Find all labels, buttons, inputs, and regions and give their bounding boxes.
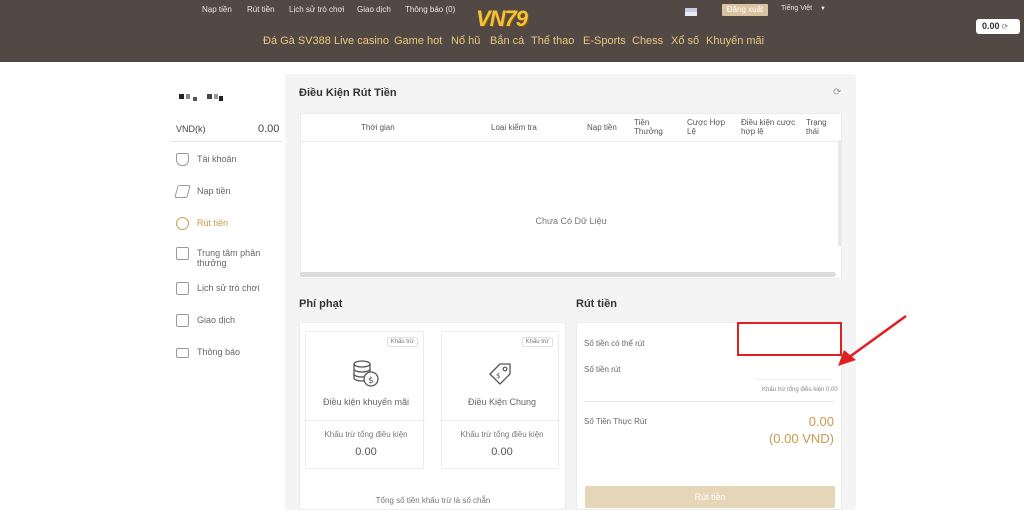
history-icon bbox=[176, 282, 189, 295]
deduct-note: Khấu trừ tổng điều kiện 0.00 bbox=[762, 387, 838, 393]
nav-game-hot[interactable]: Game hot bbox=[394, 35, 442, 47]
card-subtitle: Khấu trừ tổng điều kiện bbox=[460, 430, 544, 439]
card-title: Điều Kiện Chung bbox=[467, 397, 537, 407]
sidebar-item-notifications[interactable]: Thông báo bbox=[176, 345, 286, 361]
nav-esports[interactable]: E-Sports bbox=[583, 35, 626, 47]
card-subtitle: Khấu trừ tổng điều kiện bbox=[324, 430, 408, 439]
empty-state: Chưa Có Dữ Liệu bbox=[535, 216, 607, 226]
actual-withdraw-value: 0.00 bbox=[808, 414, 834, 429]
nav-cockfight[interactable]: Đá Gà SV388 bbox=[263, 35, 331, 47]
withdraw-title: Rút tiền bbox=[576, 298, 617, 310]
sidebar-item-account[interactable]: Tài khoản bbox=[176, 152, 286, 168]
deduct-tag: Khấu trừ bbox=[521, 337, 553, 347]
logout-button[interactable]: Đăng xuất bbox=[722, 4, 768, 16]
conditions-title: Điều Kiện Rút Tiền bbox=[299, 87, 397, 99]
column-header: Tiền Thưởng bbox=[634, 118, 663, 136]
column-header: Cược Hợp Lệ bbox=[687, 118, 726, 136]
nav-live-casino[interactable]: Live casino bbox=[334, 35, 389, 47]
sidebar-item-withdraw[interactable]: Rút tiền bbox=[176, 216, 286, 232]
sidebar-item-deposit[interactable]: Nạp tiền bbox=[174, 184, 286, 200]
column-header: Trạng thái bbox=[806, 118, 827, 136]
svg-text:$: $ bbox=[368, 376, 374, 386]
sidebar-item-label: Tài khoản bbox=[197, 154, 237, 164]
sidebar-item-rewards[interactable]: Trung tâm phần thưởng bbox=[176, 246, 286, 268]
sidebar-item-label: Trung tâm phần thưởng bbox=[197, 248, 261, 268]
divider bbox=[301, 141, 841, 142]
divider bbox=[584, 401, 834, 402]
svg-text:$: $ bbox=[496, 372, 500, 380]
header: Nạp tiền Rút tiền Lịch sử trò chơi Giao … bbox=[0, 0, 1024, 62]
divider bbox=[442, 420, 560, 421]
send-icon bbox=[174, 185, 191, 198]
user-shield-icon bbox=[176, 153, 189, 166]
column-header: Thời gian bbox=[361, 123, 395, 132]
top-link-transactions[interactable]: Giao dịch bbox=[357, 5, 391, 14]
top-link-notifications[interactable]: Thông báo (0) bbox=[405, 5, 455, 14]
vertical-scrollbar[interactable] bbox=[838, 140, 841, 246]
mail-icon bbox=[176, 348, 189, 358]
logo[interactable]: VN79 bbox=[476, 7, 548, 31]
actual-withdraw-vnd: (0.00 VND) bbox=[768, 431, 834, 446]
card-value: 0.00 bbox=[491, 446, 513, 458]
withdraw-amount-label: Số tiền rút bbox=[584, 365, 621, 374]
actual-withdraw-label: Số Tiền Thực Rút bbox=[584, 417, 647, 426]
coins-icon bbox=[176, 217, 189, 230]
sidebar-item-label: Giao dịch bbox=[197, 315, 236, 325]
price-tag-icon: $ bbox=[489, 363, 511, 385]
horizontal-scrollbar[interactable] bbox=[300, 272, 836, 277]
sidebar-currency: VND(k) bbox=[176, 124, 206, 134]
coins-icon: $ bbox=[353, 360, 379, 387]
divider bbox=[170, 141, 283, 142]
penalty-title: Phí phạt bbox=[299, 298, 343, 310]
column-header: Nạp tiền bbox=[587, 123, 617, 132]
refresh-icon[interactable]: ⟳ bbox=[833, 87, 841, 98]
available-amount-label: Số tiền có thể rút bbox=[584, 339, 645, 348]
chevron-down-icon[interactable]: ▼ bbox=[820, 6, 826, 12]
top-link-game-history[interactable]: Lịch sử trò chơi bbox=[289, 5, 345, 14]
sidebar-item-transactions[interactable]: Giao dịch bbox=[176, 313, 286, 329]
nav-sports[interactable]: Thể thao bbox=[531, 35, 574, 47]
annotation-arrow-icon bbox=[838, 314, 907, 366]
column-header: Điều kiện cược hợp lệ bbox=[741, 118, 796, 136]
language-select[interactable]: Tiếng Việt bbox=[781, 5, 812, 12]
promo-condition-card: Khấu trừ $ Điều kiện khuyến mãi Khấu trừ… bbox=[305, 331, 425, 469]
sidebar-item-game-history[interactable]: Lịch sử trò chơi bbox=[176, 281, 286, 297]
header-balance-value: 0.00 bbox=[982, 21, 1000, 31]
deduct-tag: Khấu trừ bbox=[386, 337, 418, 347]
gift-icon bbox=[176, 247, 189, 260]
withdraw-amount-input[interactable] bbox=[755, 362, 833, 380]
bank-icon bbox=[176, 314, 189, 327]
penalty-footnote: Tổng số tiền khấu trừ là số chẵn bbox=[375, 496, 491, 505]
column-header: Loại kiểm tra bbox=[491, 123, 537, 132]
nav-fishing[interactable]: Bắn cá bbox=[490, 35, 524, 47]
sidebar-item-label: Rút tiền bbox=[197, 218, 229, 228]
sidebar-item-label: Thông báo bbox=[197, 347, 241, 357]
card-title: Điều kiện khuyến mãi bbox=[322, 397, 410, 407]
user-avatar bbox=[179, 94, 225, 103]
divider bbox=[306, 420, 425, 421]
refresh-icon[interactable]: ⟳ bbox=[1002, 22, 1009, 31]
general-condition-card: Khấu trừ $ Điều Kiện Chung Khấu trừ tổng… bbox=[441, 331, 560, 469]
sidebar-item-label: Nạp tiền bbox=[197, 186, 231, 196]
flag-icon[interactable] bbox=[685, 8, 697, 16]
card-value: 0.00 bbox=[355, 446, 377, 458]
nav-slots[interactable]: Nổ hũ bbox=[451, 35, 480, 47]
top-link-deposit[interactable]: Nạp tiền bbox=[202, 5, 232, 14]
top-link-withdraw[interactable]: Rút tiền bbox=[247, 5, 275, 14]
nav-lottery[interactable]: Xổ số bbox=[671, 35, 699, 47]
sidebar-item-label: Lịch sử trò chơi bbox=[197, 283, 260, 293]
header-balance: 0.00 ⟳ bbox=[976, 19, 1020, 34]
conditions-table: Thời gian Loại kiểm tra Nạp tiền Tiền Th… bbox=[300, 113, 842, 279]
nav-chess[interactable]: Chess bbox=[632, 35, 663, 47]
nav-promotions[interactable]: Khuyến mãi bbox=[706, 35, 764, 47]
annotation-box bbox=[737, 322, 842, 356]
sidebar-balance: 0.00 bbox=[258, 123, 280, 135]
withdraw-button[interactable]: Rút tiền bbox=[585, 486, 835, 508]
